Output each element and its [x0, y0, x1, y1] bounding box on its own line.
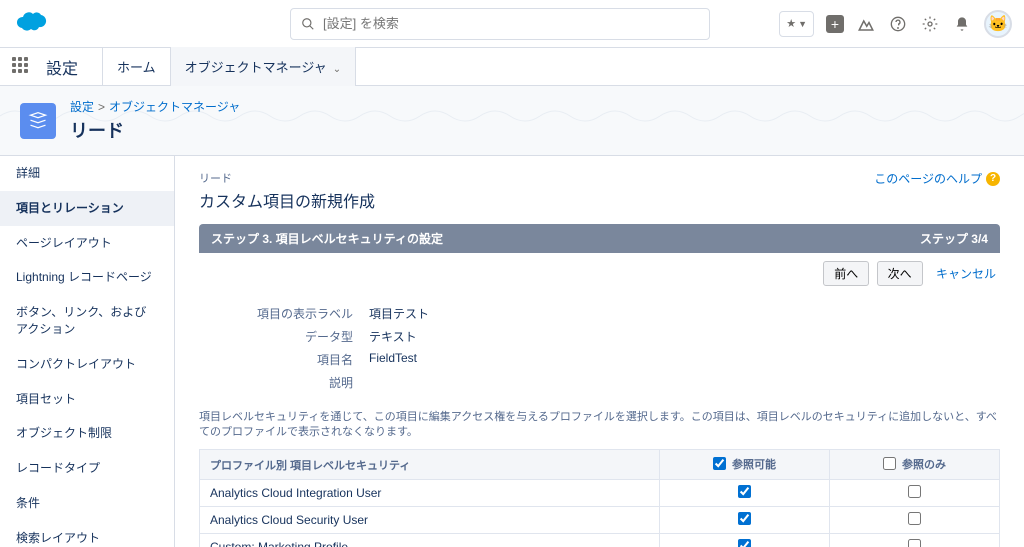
sidebar-item[interactable]: 項目とリレーション	[0, 191, 174, 226]
user-avatar[interactable]: 🐱	[984, 10, 1012, 38]
header-visible-checkbox[interactable]	[713, 457, 726, 470]
content-area: このページのヘルプ ? リード カスタム項目の新規作成 ステップ 3. 項目レベ…	[175, 156, 1024, 547]
fls-description: 項目レベルセキュリティを通じて、この項目に編集アクセス権を与えるプロファイルを選…	[199, 410, 1000, 441]
breadcrumb-link[interactable]: 設定	[70, 100, 94, 114]
field-label-lbl: 項目の表示ラベル	[199, 305, 369, 322]
sidebar-item[interactable]: ボタン、リンク、およびアクション	[0, 295, 174, 347]
search-input[interactable]	[323, 16, 699, 31]
profile-name: Analytics Cloud Security User	[200, 507, 660, 534]
favorites-button[interactable]: ★ ▼	[779, 11, 814, 37]
sidebar-item[interactable]: コンパクトレイアウト	[0, 347, 174, 382]
field-name-val: FieldTest	[369, 351, 417, 368]
readonly-checkbox[interactable]	[908, 512, 921, 525]
object-header: 設定>オブジェクトマネージャ リード	[0, 86, 1024, 156]
table-row: Analytics Cloud Integration User	[200, 480, 1000, 507]
object-icon	[20, 103, 56, 139]
field-type-val: テキスト	[369, 328, 417, 345]
profile-name: Analytics Cloud Integration User	[200, 480, 660, 507]
app-title: 設定	[46, 55, 78, 79]
header-actions: ★ ▼ + 🐱	[779, 10, 1012, 38]
col-readonly: 参照のみ	[830, 449, 1000, 480]
field-name-lbl: 項目名	[199, 351, 369, 368]
global-search[interactable]	[290, 8, 710, 40]
search-icon	[301, 17, 315, 31]
step-title: ステップ 3. 項目レベルセキュリティの設定	[211, 230, 443, 247]
notifications-icon[interactable]	[952, 14, 972, 34]
sidebar-item[interactable]: Lightning レコードページ	[0, 260, 174, 295]
setup-icon[interactable]	[920, 14, 940, 34]
trailhead-icon[interactable]	[856, 14, 876, 34]
sidebar-item[interactable]: 条件	[0, 486, 174, 521]
col-profile: プロファイル別 項目レベルセキュリティ	[200, 449, 660, 480]
fls-table: プロファイル別 項目レベルセキュリティ 参照可能 参照のみ Analytics …	[199, 449, 1000, 547]
visible-checkbox[interactable]	[738, 512, 751, 525]
field-desc-lbl: 説明	[199, 374, 369, 391]
readonly-checkbox[interactable]	[908, 485, 921, 498]
prev-button[interactable]: 前へ	[823, 261, 869, 286]
field-info: 項目の表示ラベル項目テスト データ型テキスト 項目名FieldTest 説明	[199, 302, 1000, 394]
object-title: リード	[70, 117, 240, 143]
profile-name: Custom: Marketing Profile	[200, 534, 660, 547]
sidebar-item[interactable]: オブジェクト制限	[0, 416, 174, 451]
header-readonly-checkbox[interactable]	[883, 457, 896, 470]
breadcrumb-link[interactable]: オブジェクトマネージャ	[109, 100, 240, 114]
button-row: 前へ 次へ キャンセル	[199, 253, 1000, 294]
sidebar-item[interactable]: 検索レイアウト	[0, 521, 174, 547]
sidebar-item[interactable]: 詳細	[0, 156, 174, 191]
sidebar-item[interactable]: レコードタイプ	[0, 451, 174, 486]
add-icon[interactable]: +	[826, 15, 844, 33]
page-title: カスタム項目の新規作成	[199, 188, 1000, 212]
table-row: Custom: Marketing Profile	[200, 534, 1000, 547]
next-button[interactable]: 次へ	[877, 261, 923, 286]
app-launcher-icon[interactable]	[12, 57, 32, 77]
breadcrumb: 設定>オブジェクトマネージャ	[70, 98, 240, 115]
tab-home[interactable]: ホーム	[102, 47, 171, 86]
page-help-link[interactable]: このページのヘルプ ?	[874, 170, 1000, 187]
col-visible: 参照可能	[660, 449, 830, 480]
object-sidebar: 詳細項目とリレーションページレイアウトLightning レコードページボタン、…	[0, 156, 175, 547]
field-type-lbl: データ型	[199, 328, 369, 345]
salesforce-logo	[12, 9, 50, 38]
step-bar: ステップ 3. 項目レベルセキュリティの設定 ステップ 3/4	[199, 224, 1000, 253]
table-row: Analytics Cloud Security User	[200, 507, 1000, 534]
step-counter: ステップ 3/4	[920, 230, 988, 247]
sidebar-item[interactable]: 項目セット	[0, 382, 174, 417]
readonly-checkbox[interactable]	[908, 539, 921, 547]
cancel-link[interactable]: キャンセル	[936, 267, 996, 281]
chevron-down-icon: ⌄	[333, 64, 341, 75]
nav-bar: 設定 ホーム オブジェクトマネージャ⌄	[0, 48, 1024, 86]
global-header: ★ ▼ + 🐱	[0, 0, 1024, 48]
help-question-icon: ?	[986, 172, 1000, 186]
visible-checkbox[interactable]	[738, 539, 751, 547]
sidebar-item[interactable]: ページレイアウト	[0, 226, 174, 261]
visible-checkbox[interactable]	[738, 485, 751, 498]
help-icon[interactable]	[888, 14, 908, 34]
tab-object-manager[interactable]: オブジェクトマネージャ⌄	[171, 47, 356, 86]
field-label-val: 項目テスト	[369, 305, 429, 322]
